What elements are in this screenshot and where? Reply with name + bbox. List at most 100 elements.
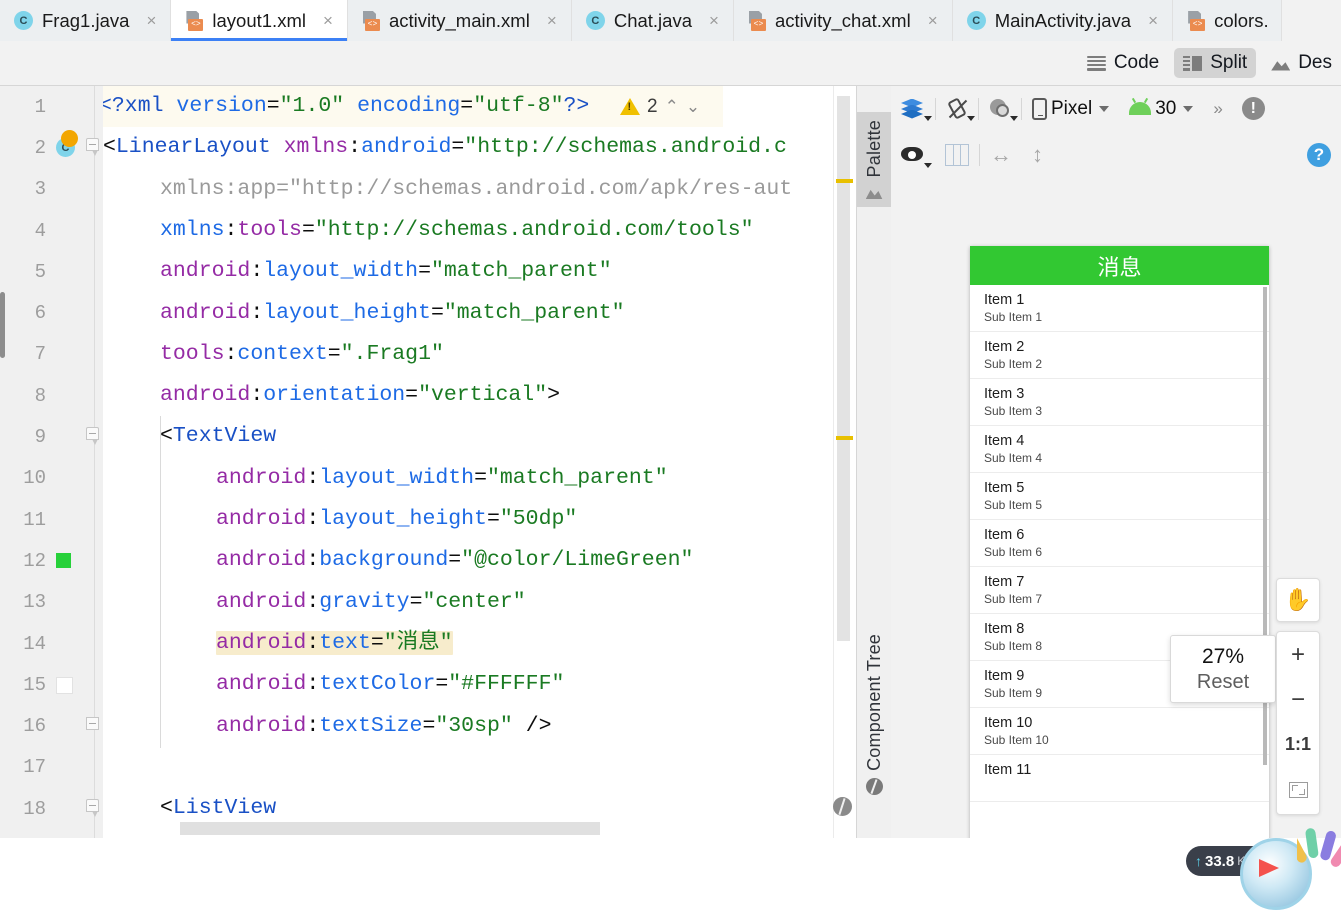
sidebar-item-palette[interactable]: Palette — [857, 112, 891, 208]
list-item-title: Item 1 — [984, 292, 1025, 308]
palette-icon — [865, 189, 883, 200]
code-line-8[interactable]: android:orientation="vertical"> — [160, 375, 560, 416]
gutter-row: 6 — [0, 293, 103, 334]
eye-icon — [901, 147, 925, 163]
code-line-10[interactable]: android:layout_width="match_parent" — [216, 458, 668, 499]
orientation-button[interactable] — [936, 86, 978, 131]
code-line-14[interactable]: android:text="消息" — [216, 623, 453, 664]
fit-to-screen-button[interactable] — [1277, 767, 1319, 812]
toolbar-overflow-button[interactable]: » — [1203, 86, 1231, 131]
fold-toggle-icon[interactable] — [86, 138, 100, 157]
list-item[interactable]: Item 5 Sub Item 5 — [970, 473, 1269, 520]
fold-toggle-icon[interactable] — [86, 716, 100, 735]
editor-horizontal-scrollbar[interactable] — [180, 822, 600, 835]
zoom-out-button[interactable]: − — [1277, 677, 1319, 722]
zoom-reset-button[interactable]: Reset — [1197, 671, 1249, 694]
close-icon[interactable]: × — [321, 12, 335, 29]
code-line-4[interactable]: xmlns:tools="http://schemas.android.com/… — [160, 210, 754, 251]
editor-tab-colors-xml[interactable]: <> colors. — [1173, 0, 1282, 41]
list-item[interactable]: Item 2 Sub Item 2 — [970, 332, 1269, 379]
issue-badge-icon: ! — [1241, 97, 1265, 120]
mode-button-code[interactable]: Code — [1078, 48, 1168, 78]
line-number: 17 — [23, 756, 46, 779]
code-line-6[interactable]: android:layout_height="match_parent" — [160, 293, 625, 334]
zoom-in-button[interactable]: + — [1277, 632, 1319, 677]
editor-gutter[interactable]: 1 2 C 3 4 5 6 7 8 9 10 11 12 13 14 15 16… — [0, 86, 103, 838]
editor-tab-activity-chat-xml[interactable]: <> activity_chat.xml × — [733, 0, 953, 41]
issue-notification-button[interactable]: ! — [1232, 86, 1275, 131]
list-item[interactable]: Item 1 Sub Item 1 — [970, 285, 1269, 332]
code-line-13[interactable]: android:gravity="center" — [216, 582, 526, 623]
theme-picker-icon — [989, 98, 1011, 120]
line-number: 18 — [23, 797, 46, 820]
actual-size-button[interactable]: 1:1 — [1277, 722, 1319, 767]
code-line-11[interactable]: android:layout_height="50dp" — [216, 499, 577, 540]
resize-vertical-button[interactable]: ↕ — [1022, 133, 1053, 178]
list-item[interactable]: Item 11 — [970, 755, 1269, 802]
code-line-1[interactable]: <?xml version="1.0" encoding="utf-8"?> — [103, 86, 589, 127]
line-number: 2 — [34, 136, 46, 159]
view-options-button[interactable] — [891, 133, 935, 178]
mode-button-design[interactable]: Des — [1262, 48, 1341, 78]
list-item[interactable]: Item 3 Sub Item 3 — [970, 379, 1269, 426]
mode-button-split[interactable]: Split — [1174, 48, 1257, 78]
app-header-textview: 消息 — [970, 246, 1269, 285]
editor-tab-mainactivity-java[interactable]: C MainActivity.java × — [952, 0, 1174, 41]
code-line-15[interactable]: android:textColor="#FFFFFF" — [216, 664, 564, 705]
list-item-title: Item 11 — [984, 762, 1032, 778]
editor-marker-rail[interactable] — [833, 86, 855, 838]
code-text-area[interactable]: <?xml version="1.0" encoding="utf-8"?> <… — [103, 86, 855, 838]
code-line-7[interactable]: tools:context=".Frag1" — [160, 334, 444, 375]
code-line-5[interactable]: android:layout_width="match_parent" — [160, 251, 612, 292]
code-line-16[interactable]: android:textSize="30sp" /> — [216, 706, 552, 747]
code-editor[interactable]: 2 ⌃ ⌄ 1 2 C 3 4 — [0, 86, 855, 838]
close-icon[interactable]: × — [926, 12, 940, 29]
editor-tab-frag1-java[interactable]: C Frag1.java × — [0, 0, 172, 41]
list-item[interactable]: Item 10 Sub Item 10 — [970, 708, 1269, 755]
zoom-level-tooltip[interactable]: 27% Reset — [1170, 635, 1276, 703]
list-item[interactable]: Item 6 Sub Item 6 — [970, 520, 1269, 567]
code-line-9[interactable]: <TextView — [160, 416, 276, 457]
window-scrollbar-nub[interactable] — [0, 292, 5, 358]
pan-tool-button[interactable]: ✋ — [1276, 578, 1320, 622]
fold-toggle-icon[interactable] — [86, 799, 100, 818]
listview[interactable]: Item 1 Sub Item 1 Item 2 Sub Item 2 Item… — [970, 285, 1269, 838]
intention-bulb-icon[interactable] — [61, 130, 78, 148]
editor-tab-chat-java[interactable]: C Chat.java × — [571, 0, 734, 41]
gutter-row: 8 — [0, 375, 103, 416]
editor-tab-activity-main-xml[interactable]: <> activity_main.xml × — [347, 0, 572, 41]
xml-layout-icon: <> — [1187, 10, 1206, 31]
design-preview-panel[interactable]: Pixel 30 » ! ↔ ↕ ? 消息 Item 1 Sub Item 1 … — [891, 86, 1341, 838]
close-icon[interactable]: × — [1146, 12, 1160, 29]
code-line-3[interactable]: xmlns:app="http://schemas.android.com/ap… — [160, 169, 792, 210]
editor-vertical-scrollbar[interactable] — [837, 96, 850, 641]
code-line-12[interactable]: android:background="@color/LimeGreen" — [216, 540, 693, 581]
api-level-selector[interactable]: 30 — [1119, 86, 1203, 131]
color-swatch-limegreen[interactable] — [56, 553, 71, 569]
device-render[interactable]: 消息 Item 1 Sub Item 1 Item 2 Sub Item 2 I… — [970, 246, 1269, 838]
line-number: 10 — [23, 467, 46, 490]
close-icon[interactable]: × — [707, 12, 721, 29]
list-item[interactable]: Item 4 Sub Item 4 — [970, 426, 1269, 473]
theme-button[interactable] — [979, 86, 1021, 131]
blueprint-mode-button[interactable] — [935, 133, 979, 178]
close-icon[interactable]: × — [545, 12, 559, 29]
design-surface-button[interactable] — [891, 86, 935, 131]
gutter-row: 5 — [0, 251, 103, 292]
help-button[interactable]: ? — [1297, 133, 1341, 178]
resize-horizontal-button[interactable]: ↔ — [980, 133, 1022, 178]
code-line-2[interactable]: <LinearLayout xmlns:android="http://sche… — [103, 127, 787, 168]
list-item[interactable]: Item 7 Sub Item 7 — [970, 567, 1269, 614]
fold-toggle-icon[interactable] — [86, 427, 100, 446]
device-selector[interactable]: Pixel — [1022, 86, 1119, 131]
code-lines-icon — [1086, 55, 1106, 71]
warning-marker[interactable] — [836, 436, 853, 440]
tab-label: MainActivity.java — [994, 9, 1132, 31]
sidebar-item-component-tree[interactable]: Component Tree — [857, 626, 891, 803]
language-globe-icon[interactable] — [833, 797, 852, 816]
line-number: 6 — [34, 302, 46, 325]
warning-marker[interactable] — [836, 179, 853, 183]
close-icon[interactable]: × — [144, 12, 158, 29]
color-swatch-white[interactable] — [56, 677, 73, 695]
editor-tab-layout1-xml[interactable]: <> layout1.xml × — [171, 0, 348, 41]
